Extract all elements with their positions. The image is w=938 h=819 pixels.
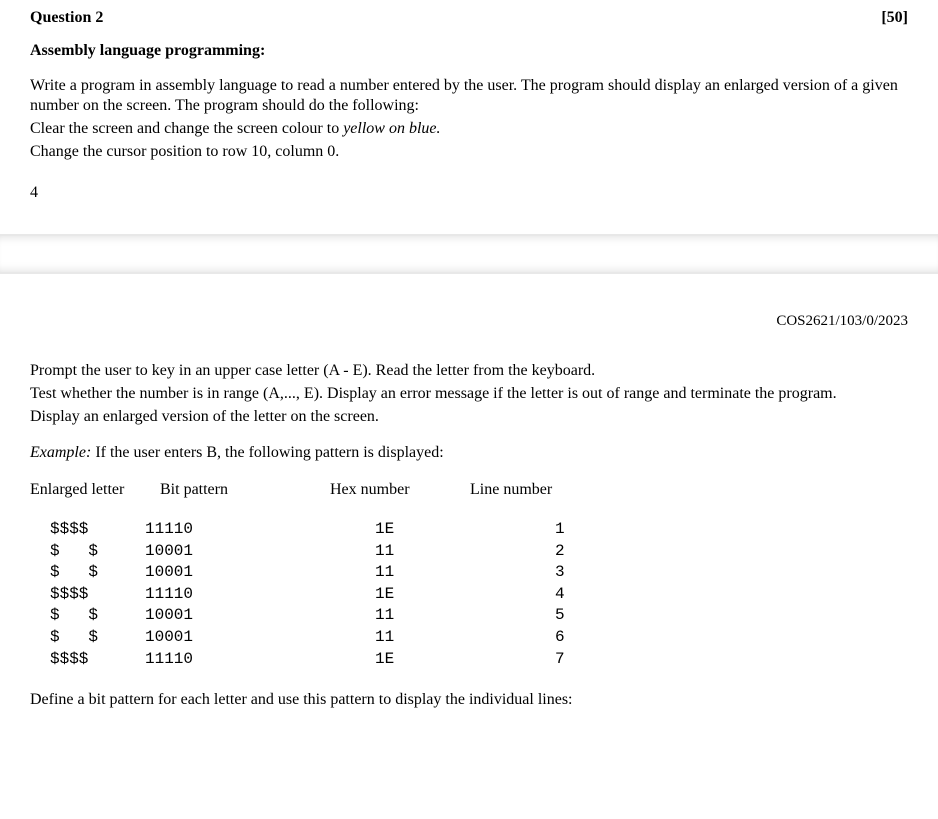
document-code: COS2621/103/0/2023 xyxy=(30,312,908,332)
cell-enlarged: $ $ xyxy=(50,627,145,649)
cell-bit: 10001 xyxy=(145,627,375,649)
cell-enlarged: $$$$ xyxy=(50,584,145,606)
table-heading-row: Enlarged letterBit patternHex numberLine… xyxy=(30,480,908,501)
heading-line: Line number xyxy=(470,480,552,501)
cell-hex: 11 xyxy=(375,562,555,584)
example-table: $$$$ 111101E1$ $10001112$ $10001113$$$$ … xyxy=(50,519,615,670)
cell-line: 5 xyxy=(555,605,615,627)
intro-p2: Clear the screen and change the screen c… xyxy=(30,119,908,140)
cell-hex: 11 xyxy=(375,627,555,649)
cell-line: 6 xyxy=(555,627,615,649)
cell-bit: 10001 xyxy=(145,605,375,627)
cell-hex: 1E xyxy=(375,584,555,606)
heading-hex: Hex number xyxy=(330,480,470,501)
page-top: Question 2 [50] Assembly language progra… xyxy=(0,0,938,234)
subtitle: Assembly language programming: xyxy=(30,41,908,62)
intro-p1: Write a program in assembly language to … xyxy=(30,76,908,118)
heading-enlarged: Enlarged letter xyxy=(30,480,160,501)
instr-p3: Display an enlarged version of the lette… xyxy=(30,407,908,428)
cell-enlarged: $ $ xyxy=(50,562,145,584)
cell-hex: 11 xyxy=(375,541,555,563)
table-row: $$$$ 111101E4 xyxy=(50,584,615,606)
table-row: $ $10001112 xyxy=(50,541,615,563)
page-bottom: COS2621/103/0/2023 Prompt the user to ke… xyxy=(0,274,938,733)
cell-bit: 10001 xyxy=(145,541,375,563)
cell-bit: 11110 xyxy=(145,649,375,671)
cell-line: 4 xyxy=(555,584,615,606)
cell-enlarged: $$$$ xyxy=(50,649,145,671)
table-row: $ $10001113 xyxy=(50,562,615,584)
cell-enlarged: $$$$ xyxy=(50,519,145,541)
cell-enlarged: $ $ xyxy=(50,541,145,563)
intro-p2a: Clear the screen and change the screen c… xyxy=(30,120,343,137)
table-row: $$$$ 111101E1 xyxy=(50,519,615,541)
instr-p1: Prompt the user to key in an upper case … xyxy=(30,361,908,382)
cell-line: 3 xyxy=(555,562,615,584)
page-break xyxy=(0,234,938,274)
example-table-body: $$$$ 111101E1$ $10001112$ $10001113$$$$ … xyxy=(50,519,615,670)
example-intro-label: Example: xyxy=(30,444,91,461)
cell-hex: 1E xyxy=(375,519,555,541)
cell-bit: 10001 xyxy=(145,562,375,584)
footer-note: Define a bit pattern for each letter and… xyxy=(30,690,908,711)
cell-enlarged: $ $ xyxy=(50,605,145,627)
cell-bit: 11110 xyxy=(145,584,375,606)
question-label: Question 2 xyxy=(30,8,103,29)
instr-p2: Test whether the number is in range (A,.… xyxy=(30,384,908,405)
table-row: $ $10001115 xyxy=(50,605,615,627)
question-marks: [50] xyxy=(881,8,908,29)
question-header: Question 2 [50] xyxy=(30,8,908,29)
page-number: 4 xyxy=(30,183,908,204)
cell-line: 1 xyxy=(555,519,615,541)
intro-p3: Change the cursor position to row 10, co… xyxy=(30,142,908,163)
cell-line: 2 xyxy=(555,541,615,563)
cell-line: 7 xyxy=(555,649,615,671)
table-row: $ $10001116 xyxy=(50,627,615,649)
example-intro: Example: If the user enters B, the follo… xyxy=(30,443,908,464)
intro-p2b: yellow on blue. xyxy=(343,120,440,137)
cell-hex: 11 xyxy=(375,605,555,627)
cell-bit: 11110 xyxy=(145,519,375,541)
table-row: $$$$ 111101E7 xyxy=(50,649,615,671)
cell-hex: 1E xyxy=(375,649,555,671)
example-intro-text: If the user enters B, the following patt… xyxy=(91,444,443,461)
heading-bit: Bit pattern xyxy=(160,480,330,501)
